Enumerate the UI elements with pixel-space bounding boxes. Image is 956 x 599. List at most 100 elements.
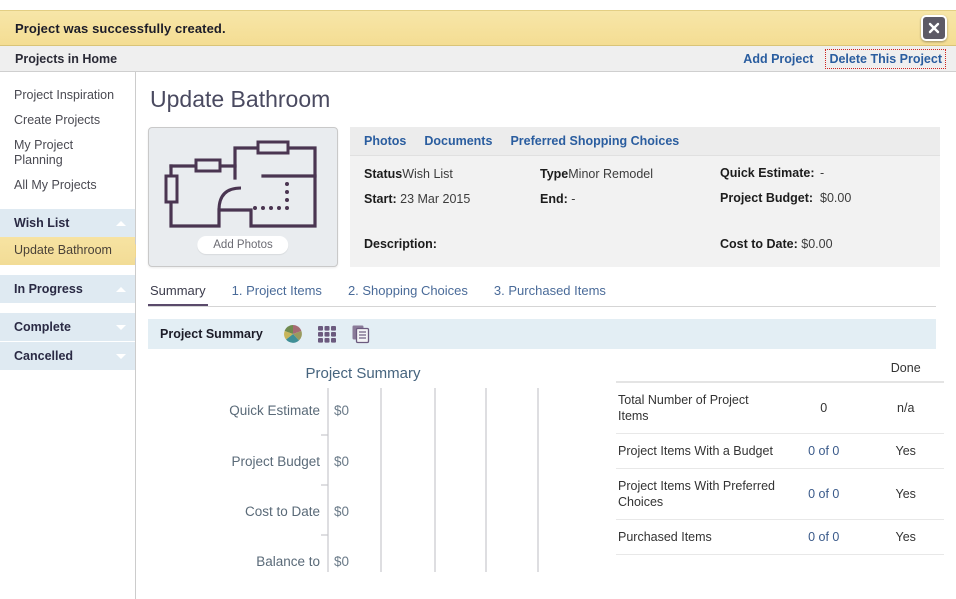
sidebar-item-create-projects[interactable]: Create Projects — [0, 108, 135, 133]
info-column-middle: TypeMinor Remodel End: - — [540, 166, 720, 216]
info-column-left: StatusWish List Start: 23 Mar 2015 — [364, 166, 540, 216]
status-field: StatusWish List — [364, 166, 540, 183]
col-done: Done — [867, 357, 944, 383]
tab-summary[interactable]: Summary — [148, 283, 208, 306]
add-project-button[interactable]: Add Project — [741, 51, 815, 67]
table-row: Project Items With Preferred Choices 0 o… — [616, 468, 944, 520]
row-value: 0 — [780, 382, 868, 434]
project-thumbnail[interactable]: Add Photos — [148, 127, 338, 267]
summary-table-head: Done — [616, 357, 944, 383]
tab-documents[interactable]: Documents — [424, 134, 492, 148]
cost-to-date-label: Cost to Date: — [720, 237, 798, 251]
project-info-panel: Photos Documents Preferred Shopping Choi… — [350, 127, 940, 267]
sidebar-item-update-bathroom[interactable]: Update Bathroom — [0, 237, 144, 265]
end-value: - — [571, 192, 576, 206]
row-value[interactable]: 0 of 0 — [780, 519, 868, 555]
type-field: TypeMinor Remodel — [540, 166, 720, 183]
project-budget-label: Project Budget: — [720, 191, 814, 205]
project-budget-value: $0.00 — [820, 191, 852, 205]
svg-text:Balance to: Balance to — [256, 554, 320, 569]
notification-message: Project was successfully created. — [15, 20, 226, 36]
chevron-up-icon — [116, 287, 126, 292]
sidebar-child-label: Update Bathroom — [14, 243, 112, 257]
summary-table-body: Total Number of Project Items 0 n/a Proj… — [616, 382, 944, 555]
cost-to-date-field: Cost to Date: $0.00 — [720, 237, 833, 251]
sidebar-item-all-my-projects[interactable]: All My Projects — [0, 173, 135, 198]
table-row: Total Number of Project Items 0 n/a — [616, 382, 944, 434]
sidebar-group-cancelled[interactable]: Cancelled — [0, 341, 135, 370]
sidebar-group-complete[interactable]: Complete — [0, 312, 135, 341]
close-glyph — [928, 22, 940, 34]
pie-chart-glyph — [283, 325, 302, 343]
quick-estimate-field: Quick Estimate: - — [720, 166, 920, 181]
chevron-up-icon — [116, 221, 126, 226]
sidebar-group-in-progress[interactable]: In Progress — [0, 274, 135, 303]
pie-chart-icon[interactable] — [283, 324, 303, 344]
tab-photos[interactable]: Photos — [364, 134, 406, 148]
sidebar-group-label: Wish List — [14, 216, 70, 230]
sidebar-group-label: Cancelled — [14, 349, 74, 363]
table-row: Project Items With a Budget 0 of 0 Yes — [616, 433, 944, 469]
chart-title: Project Summary — [305, 365, 421, 382]
svg-text:Cost to Date: Cost to Date — [245, 504, 320, 519]
project-header-row: Add Photos Photos Documents Preferred Sh… — [148, 127, 956, 267]
project-budget-field: Project Budget: $0.00 — [720, 191, 920, 206]
project-summary-toolbar: Project Summary — [148, 319, 936, 349]
sidebar-item-project-inspiration[interactable]: Project Inspiration — [0, 72, 135, 108]
row-label: Purchased Items — [616, 519, 780, 555]
tab-preferred-shopping-choices[interactable]: Preferred Shopping Choices — [510, 134, 679, 148]
row-done: n/a — [867, 382, 944, 434]
info-tab-bar: Photos Documents Preferred Shopping Choi… — [350, 127, 940, 156]
chart-svg: Quick Estimate Project Budget Cost to Da… — [229, 388, 539, 572]
delete-project-button[interactable]: Delete This Project — [825, 48, 946, 69]
panel-title: Project Summary — [160, 327, 263, 341]
type-value: Minor Remodel — [568, 167, 654, 181]
tab-shopping-choices[interactable]: 2. Shopping Choices — [346, 283, 470, 306]
breadcrumb-bar: Projects in Home Add Project Delete This… — [0, 46, 956, 72]
header-actions: Add Project Delete This Project — [741, 48, 956, 69]
summary-table-wrap: Done Total Number of Project Items 0 n/a… — [616, 349, 944, 579]
info-column-right: Quick Estimate: - Project Budget: $0.00 — [720, 166, 920, 216]
sidebar-spacer — [0, 303, 135, 312]
row-done: Yes — [867, 433, 944, 469]
project-info-grid: StatusWish List Start: 23 Mar 2015 TypeM… — [364, 166, 926, 216]
col-value — [780, 357, 868, 383]
row-done: Yes — [867, 519, 944, 555]
row-done: Yes — [867, 468, 944, 520]
row-value[interactable]: 0 of 0 — [780, 433, 868, 469]
documents-icon[interactable] — [351, 324, 371, 344]
sidebar-group-wish-list[interactable]: Wish List — [0, 208, 135, 237]
tab-project-items[interactable]: 1. Project Items — [230, 283, 324, 306]
app-root: Project was successfully created. Projec… — [0, 0, 956, 599]
quick-estimate-label: Quick Estimate: — [720, 166, 815, 180]
main-tab-bar: Summary 1. Project Items 2. Shopping Cho… — [148, 283, 936, 307]
tab-purchased-items[interactable]: 3. Purchased Items — [492, 283, 608, 306]
start-value: 23 Mar 2015 — [400, 192, 471, 206]
cost-to-date-value: $0.00 — [801, 237, 833, 251]
breadcrumb: Projects in Home — [15, 51, 118, 66]
start-field: Start: 23 Mar 2015 — [364, 191, 540, 208]
table-row: Purchased Items 0 of 0 Yes — [616, 519, 944, 555]
description-label: Description: — [364, 237, 437, 251]
add-photos-button[interactable]: Add Photos — [197, 236, 289, 254]
end-label: End: — [540, 192, 568, 206]
floorplan-icon — [164, 140, 317, 228]
sidebar-group-label: In Progress — [14, 282, 83, 296]
table-header-row: Done — [616, 357, 944, 383]
sidebar-group-label: Complete — [14, 320, 71, 334]
type-label: Type — [540, 167, 569, 181]
row-value[interactable]: 0 of 0 — [780, 468, 868, 520]
status-label: Status — [364, 167, 403, 181]
chevron-down-icon — [116, 325, 126, 330]
summary-table: Done Total Number of Project Items 0 n/a… — [616, 357, 944, 555]
grid-view-icon[interactable] — [317, 324, 337, 344]
sidebar-spacer — [0, 265, 135, 274]
svg-text:$0: $0 — [334, 504, 349, 519]
summary-content: Project Summary Quick Estimate Project B… — [148, 349, 956, 579]
close-icon[interactable] — [921, 15, 947, 41]
status-value: Wish List — [402, 167, 453, 181]
svg-text:Quick Estimate: Quick Estimate — [229, 403, 320, 418]
sidebar-item-my-project-planning[interactable]: My Project Planning — [0, 133, 135, 173]
col-label — [616, 357, 780, 383]
svg-text:Project Budget: Project Budget — [231, 454, 320, 469]
